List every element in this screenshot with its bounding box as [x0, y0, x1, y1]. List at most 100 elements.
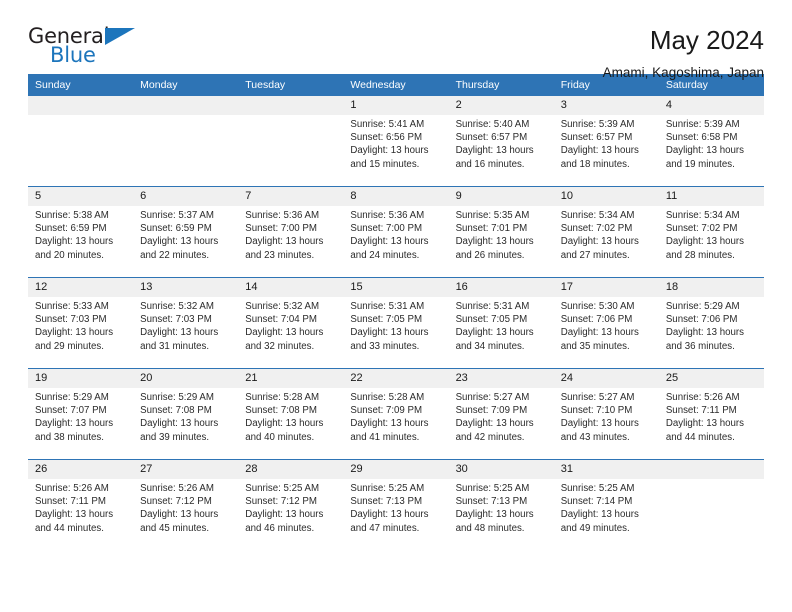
calendar-day-cell[interactable]: 28 Sunrise: 5:25 AM Sunset: 7:12 PM Dayligh… [238, 459, 344, 550]
day-number: 2 [448, 96, 554, 115]
calendar-day-cell[interactable]: 18 Sunrise: 5:29 AM Sunset: 7:06 PM Dayligh… [658, 277, 764, 369]
day-sun-info: Sunrise: 5:26 AM Sunset: 7:11 PM Daylight:… [28, 479, 133, 535]
sunset-time: Sunset: 7:11 PM [35, 496, 106, 508]
sunrise-time: Sunrise: 5:29 AM [35, 392, 109, 403]
calendar-day-cell[interactable]: 6 Sunrise: 5:37 AM Sunset: 6:59 PM Daylight… [133, 186, 239, 278]
sunrise-time: Sunrise: 5:35 AM [455, 210, 530, 221]
sunset-time: Sunset: 6:58 PM [665, 132, 738, 144]
sunset-time: Sunset: 7:06 PM [560, 314, 633, 326]
calendar-day-cell[interactable]: 13 Sunrise: 5:32 AM Sunset: 7:03 PM Dayligh… [133, 277, 239, 369]
day-cell-inner: 9 Sunrise: 5:35 AM Sunset: 7:01 PM Daylight… [448, 187, 554, 277]
sunrise-time: Sunrise: 5:27 AM [455, 392, 530, 403]
daylight-duration-line2: and 29 minutes. [35, 340, 104, 352]
calendar-day-cell[interactable]: 7 Sunrise: 5:36 AM Sunset: 7:00 PM Daylight… [238, 186, 344, 278]
sunset-time: Sunset: 7:02 PM [560, 223, 633, 235]
calendar-day-cell[interactable]: 30 Sunrise: 5:25 AM Sunset: 7:13 PM Dayligh… [448, 459, 554, 550]
daylight-duration-line2: and 35 minutes. [560, 340, 630, 352]
day-number: 18 [658, 278, 764, 297]
daylight-duration-line1: Daylight: 13 hours [35, 236, 114, 248]
sunset-time: Sunset: 6:59 PM [35, 223, 107, 235]
calendar-day-cell[interactable]: 29 Sunrise: 5:25 AM Sunset: 7:13 PM Dayligh… [343, 459, 449, 550]
day-cell-inner: 10 Sunrise: 5:34 AM Sunset: 7:02 PM Dayligh… [553, 187, 659, 277]
day-cell-inner: 21 Sunrise: 5:28 AM Sunset: 7:08 PM Dayligh… [238, 369, 344, 459]
daylight-duration-line1: Daylight: 13 hours [140, 327, 219, 339]
calendar-week-row: 26 Sunrise: 5:26 AM Sunset: 7:11 PM Dayligh… [28, 459, 764, 550]
title-block: May 2024 Amami, Kagoshima, Japan [602, 25, 764, 80]
sunrise-time: Sunrise: 5:26 AM [140, 483, 214, 494]
sunset-time: Sunset: 7:06 PM [665, 314, 738, 326]
day-cell-inner: 12 Sunrise: 5:33 AM Sunset: 7:03 PM Dayligh… [28, 278, 134, 368]
daylight-duration-line1: Daylight: 13 hours [455, 145, 534, 157]
calendar-day-cell[interactable]: 19 Sunrise: 5:29 AM Sunset: 7:07 PM Dayligh… [28, 368, 134, 460]
calendar-day-cell[interactable]: 25 Sunrise: 5:26 AM Sunset: 7:11 PM Dayligh… [658, 368, 764, 460]
calendar-day-cell[interactable]: 1 Sunrise: 5:41 AM Sunset: 6:56 PM Daylight… [343, 96, 449, 187]
calendar-day-cell[interactable]: 11 Sunrise: 5:34 AM Sunset: 7:02 PM Dayligh… [658, 186, 764, 278]
calendar-day-cell[interactable]: 31 Sunrise: 5:25 AM Sunset: 7:14 PM Dayligh… [553, 459, 659, 550]
day-sun-info: Sunrise: 5:33 AM Sunset: 7:03 PM Daylight:… [28, 297, 133, 353]
calendar-day-cell[interactable]: 26 Sunrise: 5:26 AM Sunset: 7:11 PM Dayligh… [28, 459, 134, 550]
daylight-duration-line2: and 32 minutes. [245, 340, 315, 352]
sunrise-time: Sunrise: 5:32 AM [140, 301, 214, 312]
sunrise-time: Sunrise: 5:28 AM [350, 392, 425, 403]
sunrise-time: Sunrise: 5:26 AM [35, 483, 109, 494]
day-number [133, 96, 239, 115]
day-sun-info: Sunrise: 5:36 AM Sunset: 7:00 PM Daylight:… [238, 206, 343, 262]
calendar-day-cell[interactable]: 16 Sunrise: 5:31 AM Sunset: 7:05 PM Dayligh… [448, 277, 554, 369]
calendar-day-cell[interactable]: 22 Sunrise: 5:28 AM Sunset: 7:09 PM Dayligh… [343, 368, 449, 460]
calendar-day-cell[interactable]: 24 Sunrise: 5:27 AM Sunset: 7:10 PM Dayligh… [553, 368, 659, 460]
daylight-duration-line1: Daylight: 13 hours [665, 236, 744, 248]
calendar-day-cell[interactable]: 3 Sunrise: 5:39 AM Sunset: 6:57 PM Daylight… [553, 96, 659, 187]
day-cell-inner: 28 Sunrise: 5:25 AM Sunset: 7:12 PM Dayligh… [238, 460, 344, 550]
day-cell-inner: 17 Sunrise: 5:30 AM Sunset: 7:06 PM Dayligh… [553, 278, 659, 368]
calendar-day-cell[interactable]: 8 Sunrise: 5:36 AM Sunset: 7:00 PM Daylight… [343, 186, 449, 278]
general-blue-logo[interactable]: General Blue [28, 26, 148, 74]
calendar-day-cell[interactable]: 5 Sunrise: 5:38 AM Sunset: 6:59 PM Daylight… [28, 186, 134, 278]
daylight-duration-line2: and 36 minutes. [665, 340, 735, 352]
sunrise-time: Sunrise: 5:32 AM [245, 301, 320, 312]
calendar-day-cell[interactable]: 9 Sunrise: 5:35 AM Sunset: 7:01 PM Daylight… [448, 186, 554, 278]
daylight-duration-line1: Daylight: 13 hours [35, 509, 114, 521]
weekday-header-thursday: Thursday [448, 74, 554, 96]
day-number: 12 [28, 278, 134, 297]
day-number: 11 [658, 187, 764, 206]
daylight-duration-line2: and 27 minutes. [560, 249, 630, 261]
day-cell-inner: 16 Sunrise: 5:31 AM Sunset: 7:05 PM Dayligh… [448, 278, 554, 368]
calendar-day-cell[interactable]: 27 Sunrise: 5:26 AM Sunset: 7:12 PM Dayligh… [133, 459, 239, 550]
location-subtitle: Amami, Kagoshima, Japan [602, 64, 764, 80]
sunrise-time: Sunrise: 5:29 AM [665, 301, 740, 312]
calendar-day-cell[interactable]: 15 Sunrise: 5:31 AM Sunset: 7:05 PM Dayligh… [343, 277, 449, 369]
day-sun-info: Sunrise: 5:29 AM Sunset: 7:07 PM Daylight:… [28, 388, 133, 444]
daylight-duration-line2: and 39 minutes. [140, 431, 210, 443]
calendar-day-cell[interactable]: 20 Sunrise: 5:29 AM Sunset: 7:08 PM Dayligh… [133, 368, 239, 460]
day-number: 20 [133, 369, 239, 388]
calendar-day-cell[interactable]: 17 Sunrise: 5:30 AM Sunset: 7:06 PM Dayligh… [553, 277, 659, 369]
calendar-day-cell[interactable]: 4 Sunrise: 5:39 AM Sunset: 6:58 PM Daylight… [658, 96, 764, 187]
daylight-duration-line2: and 26 minutes. [455, 249, 525, 261]
sunset-time: Sunset: 6:57 PM [560, 132, 633, 144]
calendar-empty-cell [238, 96, 344, 187]
calendar-day-cell[interactable]: 14 Sunrise: 5:32 AM Sunset: 7:04 PM Dayligh… [238, 277, 344, 369]
day-sun-info: Sunrise: 5:29 AM Sunset: 7:08 PM Daylight:… [133, 388, 238, 444]
calendar-day-cell[interactable]: 10 Sunrise: 5:34 AM Sunset: 7:02 PM Dayligh… [553, 186, 659, 278]
sunrise-time: Sunrise: 5:36 AM [245, 210, 320, 221]
sunrise-time: Sunrise: 5:36 AM [350, 210, 425, 221]
calendar-day-cell[interactable]: 21 Sunrise: 5:28 AM Sunset: 7:08 PM Dayligh… [238, 368, 344, 460]
sunset-time: Sunset: 7:11 PM [665, 405, 737, 417]
calendar-day-cell[interactable]: 12 Sunrise: 5:33 AM Sunset: 7:03 PM Dayligh… [28, 277, 134, 369]
daylight-duration-line1: Daylight: 13 hours [35, 327, 114, 339]
day-number: 29 [343, 460, 449, 479]
sunrise-time: Sunrise: 5:40 AM [455, 119, 530, 130]
calendar-day-cell[interactable]: 23 Sunrise: 5:27 AM Sunset: 7:09 PM Dayligh… [448, 368, 554, 460]
calendar-day-cell[interactable]: 2 Sunrise: 5:40 AM Sunset: 6:57 PM Daylight… [448, 96, 554, 187]
day-sun-info: Sunrise: 5:25 AM Sunset: 7:13 PM Daylight:… [449, 479, 554, 535]
day-number [28, 96, 134, 115]
sunrise-time: Sunrise: 5:31 AM [455, 301, 530, 312]
sunset-time: Sunset: 7:05 PM [350, 314, 423, 326]
sunrise-time: Sunrise: 5:25 AM [455, 483, 530, 494]
sunrise-time: Sunrise: 5:39 AM [560, 119, 635, 130]
calendar-week-row: 1 Sunrise: 5:41 AM Sunset: 6:56 PM Daylight… [28, 96, 764, 187]
daylight-duration-line1: Daylight: 13 hours [245, 236, 324, 248]
calendar-body: 1 Sunrise: 5:41 AM Sunset: 6:56 PM Daylight… [28, 96, 764, 550]
day-number: 8 [343, 187, 449, 206]
day-number: 3 [553, 96, 659, 115]
